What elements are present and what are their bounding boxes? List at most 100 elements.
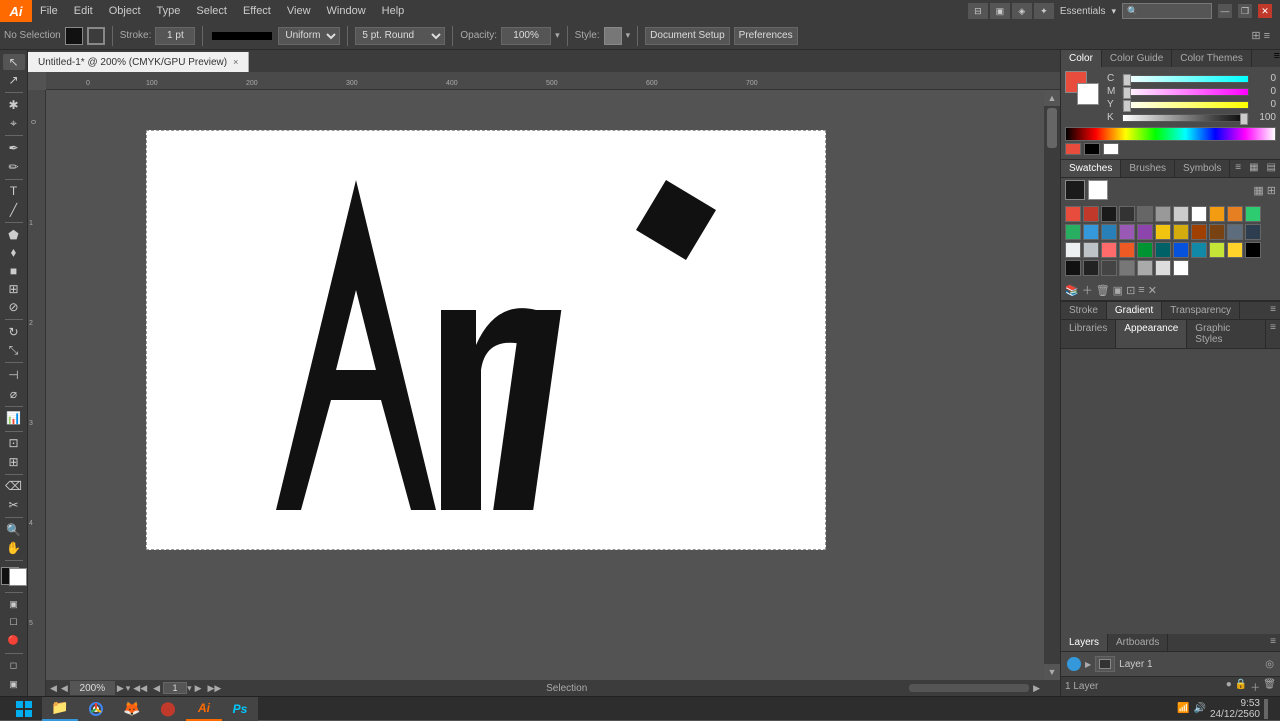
menu-window[interactable]: Window [319, 0, 374, 22]
background-color[interactable] [9, 568, 27, 586]
file-explorer-btn[interactable]: 📁 [42, 697, 78, 721]
zoom-out-icon[interactable]: ◀ [61, 683, 68, 694]
swatch-fg-box[interactable] [1065, 180, 1085, 200]
close-button[interactable]: ✕ [1258, 4, 1272, 18]
workspace-label[interactable]: Essentials [1060, 6, 1106, 17]
menu-help[interactable]: Help [374, 0, 413, 22]
swatch-38[interactable] [1155, 260, 1171, 276]
shape-builder-tool[interactable]: ⬟ [3, 226, 25, 242]
swatch-13[interactable] [1101, 224, 1117, 240]
paintbucket-tool[interactable]: ⬧ [3, 245, 25, 261]
sub-panel-menu[interactable]: ≡ [1266, 302, 1280, 319]
minimize-button[interactable]: — [1218, 4, 1232, 18]
drawing-mode-btn[interactable]: ◻ [3, 658, 25, 674]
search-input[interactable]: 🔍 [1122, 3, 1212, 19]
show-desktop-btn[interactable] [1264, 699, 1268, 719]
menu-view[interactable]: View [279, 0, 319, 22]
color-panel-menu-icon[interactable]: ≡ [1274, 50, 1280, 67]
rotate-tool[interactable]: ↻ [3, 324, 25, 340]
slice-tool[interactable]: ⊞ [3, 453, 25, 469]
tab-color-themes[interactable]: Color Themes [1172, 50, 1252, 67]
line-tool[interactable]: ╱ [3, 202, 25, 218]
page-next-single-icon[interactable]: ▶ [192, 683, 205, 694]
photoshop-taskbar-btn[interactable]: Ps [222, 697, 258, 721]
tab-artboards[interactable]: Artboards [1108, 634, 1168, 651]
swatch-19[interactable] [1209, 224, 1225, 240]
layer-lock-icon[interactable]: 🔒 [1235, 679, 1247, 694]
layer-delete-icon[interactable]: 🗑 [1263, 679, 1276, 694]
m-slider-thumb[interactable] [1123, 87, 1131, 99]
tab-color[interactable]: Color [1061, 50, 1102, 67]
style-color-box[interactable] [604, 27, 622, 45]
swatch-32[interactable] [1245, 242, 1261, 258]
stroke-indicator[interactable] [87, 27, 105, 45]
selection-tool[interactable]: ↖ [3, 54, 25, 70]
magic-wand-tool[interactable]: ✱ [3, 97, 25, 113]
swatch-new-icon[interactable]: ▣ [1113, 284, 1123, 297]
restore-button[interactable]: ❐ [1238, 4, 1252, 18]
swatch-4[interactable] [1137, 206, 1153, 222]
swatch-24[interactable] [1101, 242, 1117, 258]
chrome-btn[interactable] [78, 697, 114, 721]
direct-selection-tool[interactable]: ↗ [3, 72, 25, 88]
layer-name[interactable]: Layer 1 [1119, 659, 1261, 670]
swatch-7[interactable] [1191, 206, 1207, 222]
swatch-0[interactable] [1065, 206, 1081, 222]
scissors-tool[interactable]: ✂ [3, 497, 25, 513]
scale-tool[interactable]: ⤡ [3, 342, 25, 358]
swatch-8[interactable] [1209, 206, 1225, 222]
swatch-1[interactable] [1083, 206, 1099, 222]
swatch-16[interactable] [1155, 224, 1171, 240]
pen-tool[interactable]: ✒ [3, 140, 25, 156]
y-slider-thumb[interactable] [1123, 100, 1131, 112]
unknown-app-btn[interactable]: ⬤ [150, 697, 186, 721]
swatch-17[interactable] [1173, 224, 1189, 240]
swatch-delete-icon[interactable]: 🗑 [1096, 284, 1110, 297]
swatch-37[interactable] [1137, 260, 1153, 276]
firefox-btn[interactable]: 🦊 [114, 697, 150, 721]
tab-symbols[interactable]: Symbols [1175, 160, 1230, 177]
preset-black[interactable] [1084, 143, 1100, 155]
swatch-10[interactable] [1245, 206, 1261, 222]
page-next-icon[interactable]: ▶▶ [205, 683, 225, 694]
align-options-icon[interactable]: ≡ [1264, 30, 1270, 42]
swatch-30[interactable] [1209, 242, 1225, 258]
swatch-2[interactable] [1101, 206, 1117, 222]
swatch-35[interactable] [1101, 260, 1117, 276]
menu-type[interactable]: Type [149, 0, 189, 22]
document-tab-close[interactable]: × [233, 57, 238, 67]
page-prev-icon[interactable]: ◀◀ [130, 683, 150, 694]
menu-select[interactable]: Select [188, 0, 235, 22]
layer-visibility-icon[interactable] [1067, 657, 1081, 671]
swatches-large-view[interactable]: ⊞ [1267, 184, 1276, 197]
c-slider-thumb[interactable] [1123, 74, 1131, 86]
transform-icon[interactable]: ▣ [990, 3, 1010, 19]
swatch-22[interactable] [1065, 242, 1081, 258]
doc-setup-button[interactable]: Document Setup [645, 27, 730, 45]
swatch-15[interactable] [1137, 224, 1153, 240]
swatch-bg-box[interactable] [1088, 180, 1108, 200]
gradient-tool[interactable]: ■ [3, 263, 25, 279]
vscroll-down-arrow[interactable]: ▼ [1044, 664, 1060, 680]
swatch-sort-icon[interactable]: ≡ [1138, 284, 1144, 296]
swatch-27[interactable] [1155, 242, 1171, 258]
width-tool[interactable]: ⊣ [3, 367, 25, 383]
tracing-icon[interactable]: ✦ [1034, 3, 1054, 19]
lasso-tool[interactable]: ⌖ [3, 115, 25, 131]
warp-tool[interactable]: ⌀ [3, 385, 25, 401]
style-arrow-icon[interactable]: ▾ [626, 30, 631, 41]
volume-icon[interactable]: 🔊 [1193, 703, 1205, 714]
windows-start-btn[interactable] [6, 697, 42, 721]
swatch-5[interactable] [1155, 206, 1171, 222]
preset-red[interactable] [1065, 143, 1081, 155]
swatch-18[interactable] [1191, 224, 1207, 240]
swatch-6[interactable] [1173, 206, 1189, 222]
swatch-lib-icon[interactable]: 📚 [1065, 284, 1079, 297]
menu-file[interactable]: File [32, 0, 66, 22]
swatch-12[interactable] [1083, 224, 1099, 240]
tab-libraries[interactable]: Libraries [1061, 320, 1116, 348]
swatch-28[interactable] [1173, 242, 1189, 258]
layer-visible-icon[interactable]: ● [1226, 679, 1232, 694]
swatches-grid-view-icon[interactable]: ▦ [1245, 160, 1262, 177]
color-mode-icon[interactable]: ◈ [1012, 3, 1032, 19]
